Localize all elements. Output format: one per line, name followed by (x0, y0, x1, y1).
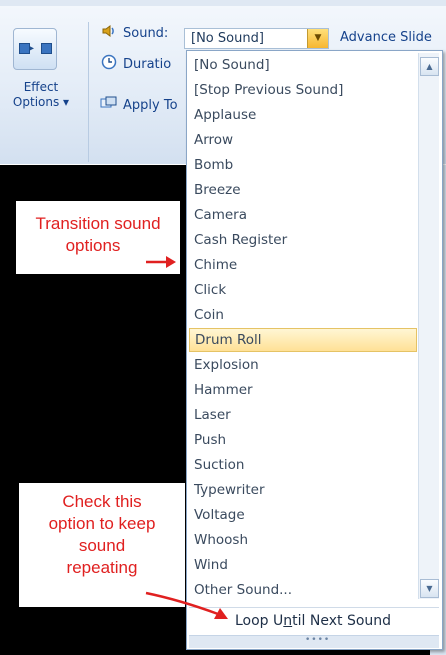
arrow-loop-icon (145, 591, 228, 619)
callout-arrows (145, 256, 228, 619)
arrow-transition-icon (146, 256, 176, 268)
